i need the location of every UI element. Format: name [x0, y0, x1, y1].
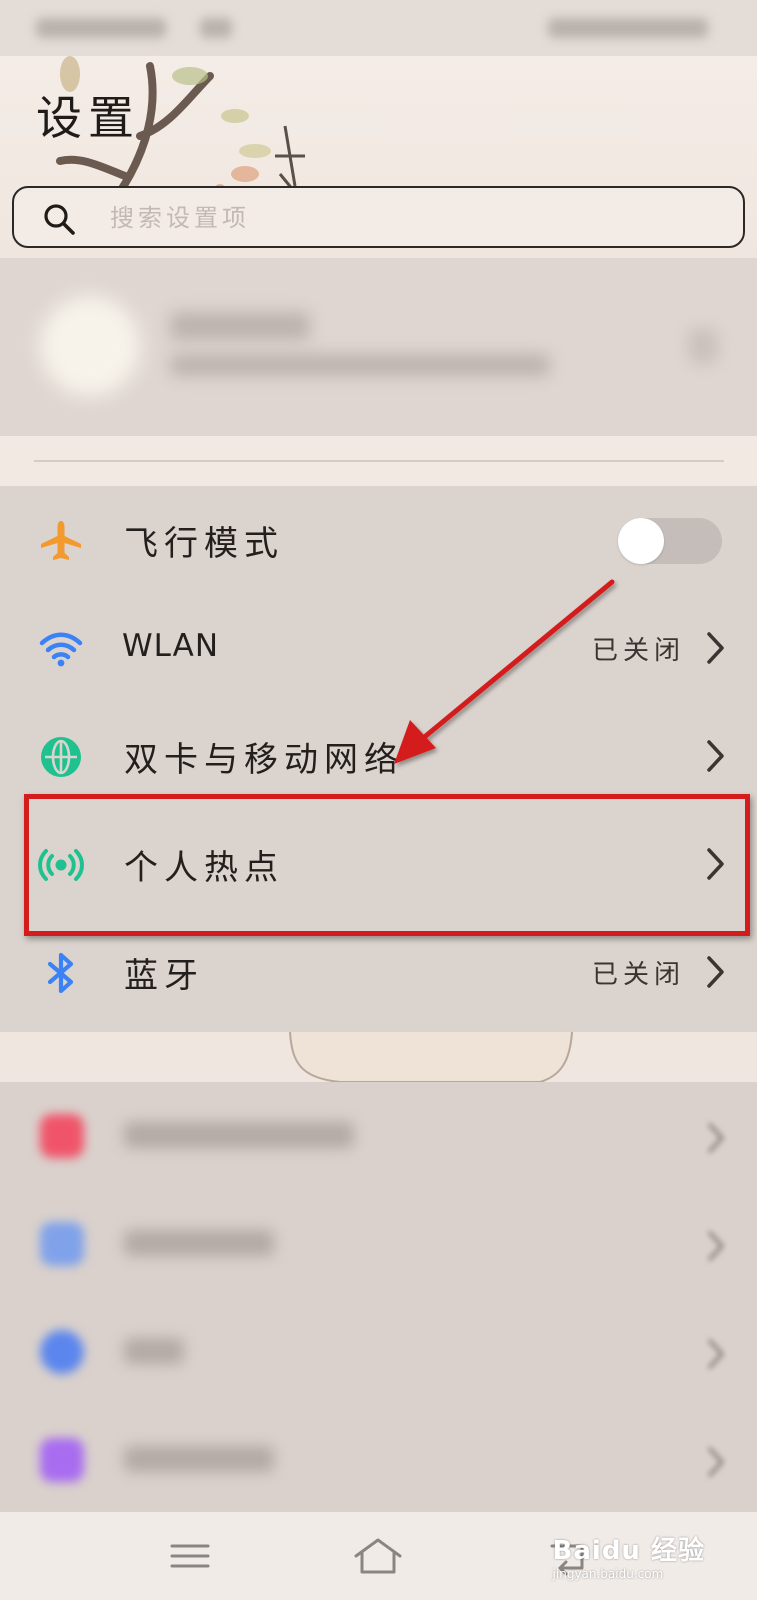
status-left-blur	[36, 18, 166, 38]
airplane-mode-toggle[interactable]	[618, 518, 722, 564]
account-chevron-blur	[688, 328, 718, 364]
status-icon-blur	[200, 18, 232, 38]
chevron-right-icon	[707, 740, 724, 772]
blurred-item-text	[124, 1338, 184, 1364]
blurred-item-text	[124, 1230, 274, 1256]
watermark-text: Baidu 经验	[552, 1536, 705, 1566]
blurred-settings-item[interactable]	[0, 1298, 757, 1406]
chevron-right-icon	[707, 1230, 725, 1262]
chevron-right-icon	[707, 632, 724, 664]
blurred-item-icon	[40, 1114, 84, 1158]
watermark-subtext: jingyan.baidu.com	[552, 1567, 664, 1581]
search-input[interactable]	[110, 196, 710, 240]
search-bar[interactable]	[12, 186, 745, 248]
bluetooth-icon	[47, 952, 74, 994]
chevron-right-icon	[707, 956, 724, 988]
wallpaper-strip	[0, 1031, 757, 1083]
account-card[interactable]	[0, 258, 757, 436]
blurred-item-text	[124, 1446, 274, 1472]
baidu-watermark: Baidu 经验 jingyan.baidu.com	[553, 1530, 705, 1581]
airplane-icon	[41, 521, 81, 560]
page-title: 设置	[36, 91, 140, 145]
blurred-item-text	[124, 1122, 354, 1148]
chevron-right-icon	[707, 1338, 725, 1370]
settings-item-label: 飞行模式	[124, 524, 284, 564]
blurred-item-icon	[40, 1330, 84, 1374]
chevron-right-icon	[707, 1446, 725, 1478]
blurred-settings-group	[0, 1082, 757, 1512]
settings-item-label: 蓝牙	[124, 956, 204, 996]
section-divider	[34, 460, 724, 462]
menu-icon[interactable]	[160, 1534, 220, 1578]
search-icon	[44, 204, 75, 235]
account-name-blur	[170, 312, 310, 340]
settings-item-wlan[interactable]: WLAN 已关闭	[0, 594, 757, 702]
home-icon[interactable]	[348, 1534, 408, 1578]
annotation-arrow	[394, 579, 615, 764]
chevron-right-icon	[707, 1122, 725, 1154]
blurred-settings-item[interactable]	[0, 1082, 757, 1190]
connectivity-settings-group: 飞行模式 WLAN 已关闭 双卡与移动网络 个人热点 蓝牙 已关闭	[0, 486, 757, 1032]
globe-icon	[41, 737, 81, 777]
avatar	[40, 296, 140, 396]
blurred-item-icon	[40, 1438, 84, 1482]
wallpaper-figure	[289, 1031, 573, 1083]
settings-item-airplane-mode[interactable]: 飞行模式	[0, 486, 757, 594]
blurred-item-icon	[40, 1222, 84, 1266]
blurred-settings-item[interactable]	[0, 1190, 757, 1298]
wifi-icon	[39, 632, 83, 667]
settings-item-label: WLAN	[122, 628, 220, 664]
annotation-highlight-box	[24, 794, 750, 936]
bluetooth-status-value: 已关闭	[591, 960, 685, 990]
toggle-knob	[618, 518, 664, 564]
settings-item-label: 双卡与移动网络	[124, 740, 404, 780]
status-bar	[0, 0, 757, 56]
blurred-settings-item[interactable]	[0, 1406, 757, 1514]
status-right-blur	[548, 18, 708, 38]
account-detail-blur	[170, 354, 550, 376]
